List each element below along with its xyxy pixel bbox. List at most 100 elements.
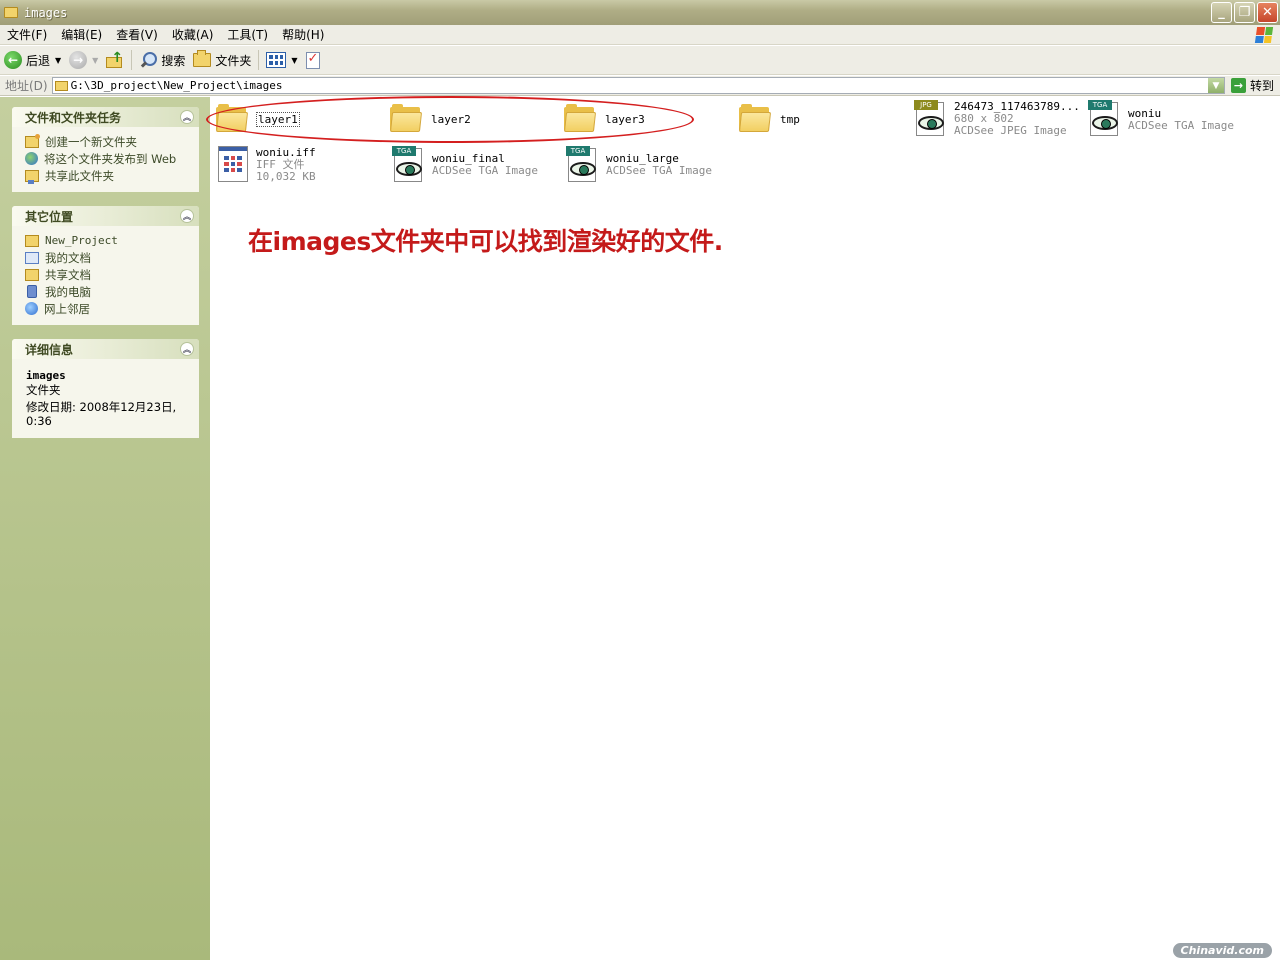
detail-name: images [26,369,66,382]
image-file-item[interactable]: TGA woniu ACDSee TGA Image [1086,100,1234,138]
back-arrow-icon: ← [4,51,22,69]
acdsee-image-icon: TGA [390,146,424,184]
toolbar-separator [258,50,260,70]
address-label: 地址(D) [5,79,48,93]
computer-icon [27,285,37,298]
task-new-folder[interactable]: 创建一个新文件夹 [25,133,189,150]
go-arrow-icon: → [1230,78,1246,93]
search-icon [139,51,158,69]
back-button[interactable]: ← 后退 ▼ [0,47,65,73]
place-shared-documents[interactable]: 共享文档 [25,266,189,283]
up-button[interactable]: ↑ [102,47,128,73]
address-path: G:\3D_project\New_Project\images [70,79,283,92]
place-my-computer[interactable]: 我的电脑 [25,283,189,300]
acdsee-image-icon: TGA [564,146,598,184]
network-icon [25,302,38,315]
task-label: 创建一个新文件夹 [45,134,137,149]
place-label: 我的文档 [45,250,91,265]
shared-folder-icon [25,268,39,281]
image-file-item[interactable]: JPG 246473_117463789... 680 x 802 ACDSee… [912,100,1080,138]
task-label: 共享此文件夹 [45,168,114,183]
folder-icon [54,80,68,91]
highlight-circle [206,96,694,143]
detail-modified: 修改日期: 2008年12月23日, 0:36 [26,400,177,428]
file-type: ACDSee JPEG Image [954,124,1067,137]
folder-icon [4,7,18,18]
maximize-button[interactable]: ❐ [1234,2,1255,23]
folders-icon [193,50,212,67]
address-input[interactable]: G:\3D_project\New_Project\images ▼ [51,77,1225,94]
details-panel: 详细信息 ︽ images 文件夹 修改日期: 2008年12月23日, 0:3… [12,339,199,438]
views-dropdown-icon[interactable]: ▼ [291,56,297,65]
new-folder-icon [25,133,40,148]
iff-file-icon [218,146,248,182]
views-button[interactable]: ▼ [262,47,301,73]
menu-view[interactable]: 查看(V) [109,26,165,43]
menu-tools[interactable]: 工具(T) [220,26,275,43]
file-tasks-panel: 文件和文件夹任务 ︽ 创建一个新文件夹 将这个文件夹发布到 Web 共享此文件夹 [12,107,199,192]
address-bar: 地址(D) G:\3D_project\New_Project\images ▼… [0,76,1280,96]
folders-label: 文件夹 [215,53,252,68]
window-controls: _ ❐ ✕ [1211,2,1278,23]
place-label: 共享文档 [45,267,91,282]
views-icon [266,52,287,68]
panel-header[interactable]: 详细信息 ︽ [12,339,199,359]
search-label: 搜索 [161,53,186,68]
folder-up-icon: ↑ [106,50,124,68]
place-network[interactable]: 网上邻居 [25,300,189,317]
panel-title: 详细信息 [25,342,74,357]
back-dropdown-icon[interactable]: ▼ [55,56,61,65]
folder-item[interactable]: tmp [738,100,800,132]
place-new-project[interactable]: New_Project [25,232,189,249]
place-label: New_Project [45,234,118,247]
other-places-panel: 其它位置 ︽ New_Project 我的文档 共享文档 我的电脑 网上邻居 [12,206,199,325]
menu-help[interactable]: 帮助(H) [275,26,331,43]
address-dropdown-icon[interactable]: ▼ [1207,78,1224,93]
menu-bar: 文件(F) 编辑(E) 查看(V) 收藏(A) 工具(T) 帮助(H) [0,25,1280,45]
watermark: Chinavid.com [1172,943,1272,958]
panel-header[interactable]: 其它位置 ︽ [12,206,199,226]
share-folder-icon [25,169,39,184]
task-publish-web[interactable]: 将这个文件夹发布到 Web [25,150,189,167]
detail-type: 文件夹 [26,383,61,397]
collapse-icon[interactable]: ︽ [180,209,194,223]
collapse-icon[interactable]: ︽ [180,110,194,124]
annotation-text: 在images文件夹中可以找到渲染好的文件. [248,227,723,256]
go-label: 转到 [1249,79,1274,93]
folders-button[interactable]: 文件夹 [189,47,255,73]
place-my-documents[interactable]: 我的文档 [25,249,189,266]
minimize-button[interactable]: _ [1211,2,1232,23]
iff-file-item[interactable]: woniu.iff IFF 文件 10,032 KB [218,146,316,183]
task-pane: 文件和文件夹任务 ︽ 创建一个新文件夹 将这个文件夹发布到 Web 共享此文件夹… [0,97,210,960]
place-label: 网上邻居 [44,301,90,316]
menu-favorites[interactable]: 收藏(A) [165,26,221,43]
toolbar: ← 后退 ▼ → ▼ ↑ 搜索 文件夹 ▼ [0,46,1280,75]
image-file-item[interactable]: TGA woniu_final ACDSee TGA Image [390,146,538,184]
file-type: ACDSee TGA Image [432,164,538,177]
panel-title: 文件和文件夹任务 [25,110,122,125]
task-share-folder[interactable]: 共享此文件夹 [25,167,189,184]
acdsee-image-icon: TGA [1086,100,1120,138]
image-file-item[interactable]: TGA woniu_large ACDSee TGA Image [564,146,712,184]
search-button[interactable]: 搜索 [135,47,189,73]
forward-button[interactable]: → ▼ [65,47,102,73]
collapse-icon[interactable]: ︽ [180,342,194,356]
windows-logo-icon [1254,27,1274,43]
place-label: 我的电脑 [45,284,91,299]
folder-icon [25,234,39,247]
menu-file[interactable]: 文件(F) [0,26,54,43]
task-button[interactable] [302,47,324,73]
title-bar[interactable]: images _ ❐ ✕ [0,0,1280,25]
menu-edit[interactable]: 编辑(E) [54,26,109,43]
task-label: 将这个文件夹发布到 Web [44,151,177,166]
panel-title: 其它位置 [25,209,74,224]
forward-arrow-icon: → [69,51,88,69]
file-size: 10,032 KB [256,170,316,183]
forward-dropdown-icon[interactable]: ▼ [92,56,98,65]
folder-icon [738,104,772,132]
go-button[interactable]: → 转到 [1225,77,1280,94]
web-publish-icon [25,152,38,165]
acdsee-image-icon: JPG [912,100,946,138]
panel-header[interactable]: 文件和文件夹任务 ︽ [12,107,199,127]
close-button[interactable]: ✕ [1257,2,1278,23]
